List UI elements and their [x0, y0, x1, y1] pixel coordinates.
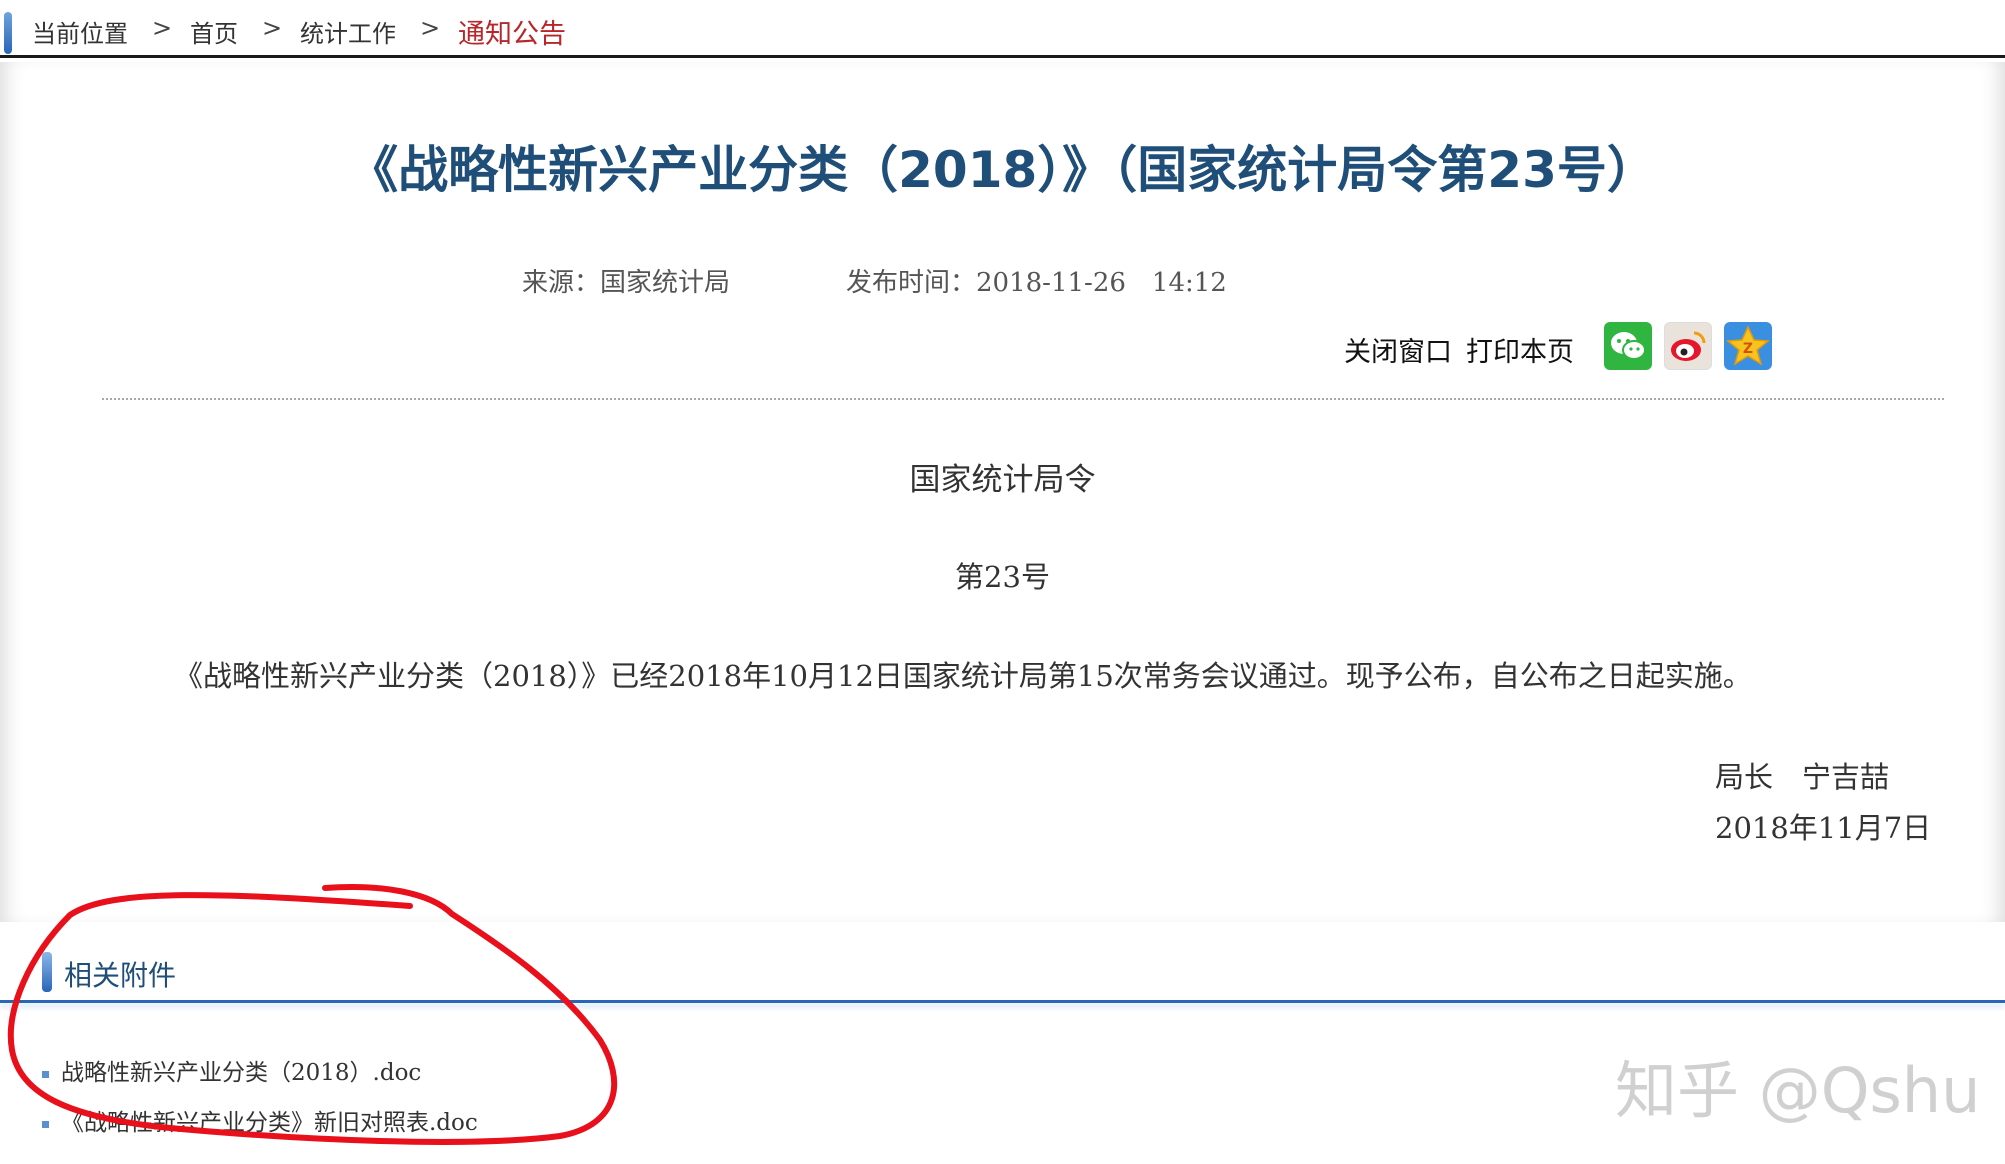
attachments-header: 相关附件	[0, 920, 2005, 1004]
meta-divider	[102, 398, 1944, 400]
publish-time-value: 2018-11-26 14:12	[976, 268, 1227, 298]
article-title: 《战略性新兴产业分类（2018）》（国家统计局令第23号）	[348, 141, 1657, 199]
breadcrumb-current-notices[interactable]: 通知公告	[458, 12, 566, 51]
breadcrumb-separator: >	[152, 14, 173, 42]
attachment-link-label: 《战略性新兴产业分类》新旧对照表.doc	[61, 1110, 478, 1136]
close-window-button[interactable]: 关闭窗口	[1344, 330, 1452, 369]
order-title: 国家统计局令	[909, 462, 1096, 498]
qzone-icon[interactable]: Z	[1724, 322, 1772, 370]
signature: 局长 宁吉喆	[1715, 760, 1890, 794]
print-page-button[interactable]: 打印本页	[1466, 330, 1574, 369]
breadcrumb-accent	[4, 12, 12, 54]
attachment-link[interactable]: 战略性新兴产业分类（2018）.doc	[42, 1053, 421, 1087]
wechat-icon[interactable]	[1604, 322, 1652, 370]
signed-date: 2018年11月7日	[1715, 811, 1932, 845]
breadcrumb-separator: >	[262, 14, 283, 42]
source-value: 国家统计局	[600, 268, 731, 298]
breadcrumb: 当前位置 > 首页 > 统计工作 > 通知公告	[0, 0, 2005, 58]
bullet-icon	[42, 1070, 49, 1078]
article-publish-time: 发布时间：2018-11-26 14:12	[846, 262, 1227, 299]
breadcrumb-separator: >	[420, 14, 441, 42]
breadcrumb-stats-work-link[interactable]: 统计工作	[300, 14, 396, 49]
breadcrumb-location-label: 当前位置	[32, 20, 128, 48]
bullet-icon	[42, 1120, 49, 1128]
zhihu-watermark: 知乎 @Qshu	[1615, 1054, 1981, 1127]
source-label: 来源：	[522, 268, 601, 298]
order-number: 第23号	[955, 560, 1050, 594]
weibo-icon[interactable]	[1664, 322, 1712, 370]
publish-time-label: 发布时间：	[846, 268, 977, 298]
attachments-heading: 相关附件	[64, 959, 177, 992]
attachment-link-label: 战略性新兴产业分类（2018）.doc	[61, 1060, 422, 1086]
svg-text:Z: Z	[1743, 341, 1753, 357]
attachments-rule	[0, 1000, 2005, 1003]
article-paragraph: 《战略性新兴产业分类（2018）》已经2018年10月12日国家统计局第15次常…	[174, 659, 1752, 693]
attachment-link[interactable]: 《战略性新兴产业分类》新旧对照表.doc	[42, 1103, 478, 1137]
breadcrumb-home-link[interactable]: 首页	[190, 14, 238, 49]
attachments-accent	[42, 952, 52, 992]
article-source: 来源：国家统计局	[522, 262, 730, 299]
